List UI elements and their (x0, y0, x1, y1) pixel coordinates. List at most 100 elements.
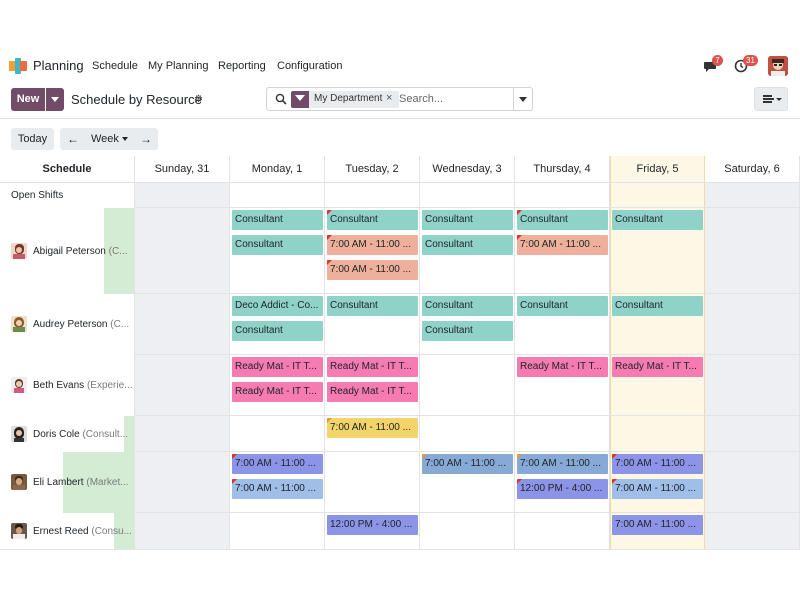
resource-name-text: Abigail Peterson (33, 246, 106, 257)
shift-pill[interactable]: 7:00 AM - 11:00 ... (232, 479, 323, 499)
previous-arrow-icon[interactable]: ← (62, 128, 84, 150)
shift-pill[interactable]: Consultant (422, 296, 513, 316)
row-doris-cole[interactable]: Doris Cole (Consult... (0, 416, 135, 452)
shift-pill[interactable]: 7:00 AM - 11:00 ... (612, 515, 703, 535)
today-button[interactable]: Today (11, 128, 54, 150)
row-open-shifts[interactable]: Open Shifts (0, 183, 135, 208)
menu-schedule[interactable]: Schedule (92, 60, 138, 72)
top-navbar: Planning Schedule My Planning Reporting … (0, 52, 800, 82)
avatar (11, 523, 27, 539)
row-abigail-peterson[interactable]: Abigail Peterson (C... (0, 208, 135, 294)
resource-name-text: Beth Evans (33, 380, 85, 391)
resource-name-text: Eli Lambert (33, 477, 84, 488)
resource-name: Doris Cole (Consult... (33, 429, 128, 440)
facet-label: My Department (314, 93, 383, 104)
new-button[interactable]: New (11, 88, 45, 111)
shift-pill[interactable]: 12:00 PM - 4:00 ... (517, 479, 608, 499)
day-header-sunday: Sunday, 31 (135, 156, 230, 183)
day-header-thursday: Thursday, 4 (515, 156, 610, 183)
shift-pill[interactable]: Consultant (327, 210, 418, 230)
day-header-monday: Monday, 1 (230, 156, 325, 183)
planning-app-icon[interactable] (9, 58, 27, 74)
resource-name-text: Audrey Peterson (33, 319, 108, 330)
row-beth-evans[interactable]: Beth Evans (Experie... (0, 355, 135, 416)
shift-pill[interactable]: 7:00 AM - 11:00 ... (612, 479, 703, 499)
shift-pill[interactable]: Consultant (517, 210, 608, 230)
shift-pill[interactable]: 7:00 AM - 11:00 ... (232, 454, 323, 474)
gantt-view-icon (763, 95, 782, 103)
messages-badge: 7 (712, 55, 723, 66)
resource-role: (Consu... (91, 526, 132, 537)
shift-pill[interactable]: 7:00 AM - 11:00 ... (327, 260, 418, 280)
menu-my-planning[interactable]: My Planning (148, 60, 209, 72)
shift-pill[interactable]: 7:00 AM - 11:00 ... (612, 454, 703, 474)
resource-name: Ernest Reed (Consu... (33, 526, 132, 537)
row-eli-lambert[interactable]: Eli Lambert (Market... (0, 452, 135, 513)
shift-pill[interactable]: Ready Mat - IT T... (232, 382, 323, 402)
shift-pill[interactable]: 7:00 AM - 11:00 ... (327, 418, 418, 438)
resource-name: Beth Evans (Experie... (33, 380, 133, 391)
shift-pill[interactable]: 12:00 PM - 4:00 ... (327, 515, 418, 535)
shift-pill[interactable]: Consultant (612, 296, 703, 316)
shift-pill[interactable]: Consultant (232, 210, 323, 230)
shift-pill[interactable]: Ready Mat - IT T... (517, 357, 608, 377)
saturday-column (705, 183, 800, 550)
day-header-friday: Friday, 5 (610, 156, 705, 183)
shift-pill[interactable]: Deco Addict - Co... (232, 296, 323, 316)
activities-button[interactable]: 31 (734, 55, 758, 78)
chevron-down-icon (122, 137, 128, 141)
shift-pill[interactable]: 7:00 AM - 11:00 ... (422, 454, 513, 474)
shift-pill[interactable]: Ready Mat - IT T... (327, 382, 418, 402)
search-options-toggle[interactable] (513, 87, 533, 111)
user-avatar[interactable] (768, 56, 788, 76)
shift-pill[interactable]: Ready Mat - IT T... (232, 357, 323, 377)
day-header-wednesday: Wednesday, 3 (420, 156, 515, 183)
avatar (11, 426, 27, 442)
resource-role: (Consult... (82, 429, 129, 440)
resource-role: (C... (108, 246, 128, 257)
messages-button[interactable]: 7 (703, 55, 723, 78)
shift-pill[interactable]: Consultant (612, 210, 703, 230)
avatar (11, 243, 27, 259)
row-ernest-reed[interactable]: Ernest Reed (Consu... (0, 513, 135, 550)
shift-pill[interactable]: 7:00 AM - 11:00 ... (517, 235, 608, 255)
view-title: Schedule by Resource (71, 92, 202, 107)
row-audrey-peterson[interactable]: Audrey Peterson (C... (0, 294, 135, 355)
app-name[interactable]: Planning (33, 58, 84, 73)
new-dropdown-button[interactable] (46, 88, 64, 111)
resource-name-text: Ernest Reed (33, 526, 89, 537)
sunday-column (135, 183, 230, 550)
avatar (11, 377, 27, 393)
day-header-saturday: Saturday, 6 (705, 156, 800, 183)
grid-bottom-border (0, 549, 800, 550)
shift-pill[interactable]: 7:00 AM - 11:00 ... (517, 454, 608, 474)
shift-pill[interactable]: Consultant (232, 235, 323, 255)
facet-remove-icon[interactable]: × (386, 92, 392, 104)
avatar (11, 316, 27, 332)
activities-badge: 31 (743, 55, 758, 66)
menu-configuration[interactable]: Configuration (277, 60, 342, 72)
shift-pill[interactable]: Ready Mat - IT T... (327, 357, 418, 377)
scale-controls: ← Week → (60, 128, 158, 150)
shift-pill[interactable]: Consultant (422, 235, 513, 255)
shift-pill[interactable]: Consultant (517, 296, 608, 316)
resource-role: (Experie... (86, 380, 133, 391)
view-switcher-button[interactable] (754, 87, 788, 111)
search-icon[interactable] (275, 93, 287, 105)
shift-pill[interactable]: Consultant (422, 321, 513, 341)
shift-pill[interactable]: Consultant (327, 296, 418, 316)
search-bar: My Department × (266, 87, 514, 111)
next-arrow-icon[interactable]: → (135, 128, 157, 150)
scale-dropdown[interactable]: Week (91, 128, 119, 150)
avatar (11, 474, 27, 490)
resource-role: (C... (110, 319, 130, 330)
shift-pill[interactable]: Ready Mat - IT T... (612, 357, 703, 377)
menu-reporting[interactable]: Reporting (218, 60, 266, 72)
shift-pill[interactable]: 7:00 AM - 11:00 ... (327, 235, 418, 255)
shift-pill[interactable]: Consultant (422, 210, 513, 230)
search-input[interactable] (399, 90, 509, 108)
gear-icon[interactable]: ⚙ (194, 94, 203, 105)
control-panel: New Schedule by Resource ⚙ My Department… (0, 86, 800, 114)
open-shifts-label: Open Shifts (11, 190, 64, 201)
shift-pill[interactable]: Consultant (232, 321, 323, 341)
